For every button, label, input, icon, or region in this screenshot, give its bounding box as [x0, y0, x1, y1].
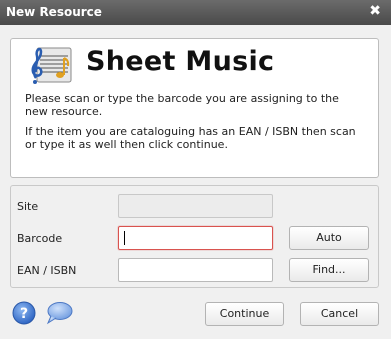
header-panel: Sheet Music Please scan or type the barc… [10, 38, 379, 178]
new-resource-dialog: New Resource ✖ Sheet Music Please scan o… [0, 0, 391, 339]
barcode-field[interactable] [118, 226, 273, 250]
svg-text:?: ? [20, 306, 28, 322]
site-field [118, 194, 273, 218]
resource-type-heading: Sheet Music [86, 46, 275, 77]
find-button[interactable]: Find... [289, 258, 369, 282]
sheet-music-icon [31, 47, 72, 84]
help-icon[interactable]: ? [12, 301, 36, 325]
ean-isbn-field[interactable] [118, 258, 273, 282]
text-caret [124, 231, 125, 245]
site-label: Site [17, 200, 39, 213]
barcode-label: Barcode [17, 232, 63, 245]
window-title: New Resource [6, 5, 102, 19]
auto-button[interactable]: Auto [289, 226, 369, 250]
close-icon[interactable]: ✖ [369, 3, 381, 19]
ean-isbn-label: EAN / ISBN [17, 264, 77, 277]
instruction-text-1: Please scan or type the barcode you are … [25, 92, 339, 118]
continue-button[interactable]: Continue [205, 302, 284, 326]
instruction-text-2: If the item you are cataloguing has an E… [25, 125, 356, 151]
chat-icon[interactable] [45, 301, 73, 325]
title-bar[interactable]: New Resource ✖ [0, 0, 391, 25]
cancel-button[interactable]: Cancel [300, 302, 379, 326]
